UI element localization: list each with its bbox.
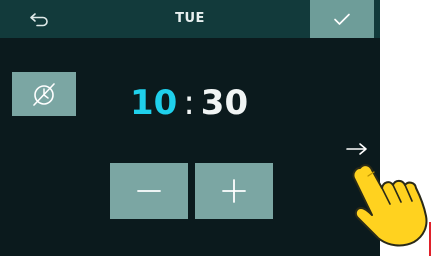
back-button[interactable] (22, 6, 56, 32)
oven-display-screen: TUE 10 : 30 (0, 0, 380, 256)
minutes-value[interactable]: 30 (201, 80, 248, 126)
hours-value[interactable]: 10 (130, 80, 177, 126)
day-label: TUE (175, 11, 205, 26)
right-arrow-icon (346, 143, 367, 155)
top-bar: TUE (0, 0, 380, 38)
minus-icon (137, 190, 161, 192)
increase-button[interactable] (195, 163, 273, 219)
time-display: 10 : 30 (130, 80, 248, 126)
timer-off-button[interactable] (12, 72, 76, 116)
time-separator: : (183, 83, 195, 123)
pointing-hand-icon (352, 164, 431, 256)
plus-icon (222, 179, 246, 203)
decrease-button[interactable] (110, 163, 188, 219)
back-arrow-icon (30, 13, 48, 27)
timer-off-icon (33, 83, 55, 106)
checkmark-icon (334, 13, 350, 25)
confirm-button[interactable] (310, 0, 374, 38)
next-button[interactable] (342, 138, 372, 160)
